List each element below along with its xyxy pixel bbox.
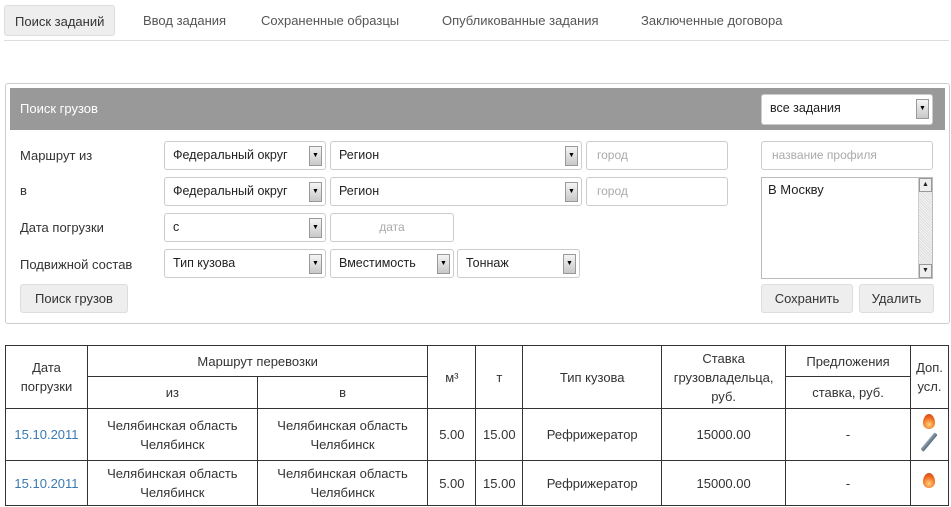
rate-cell: 15000.00 xyxy=(661,460,787,506)
scrollbar[interactable]: ▲ ▼ xyxy=(918,178,932,278)
body-cell: Рефрижератор xyxy=(522,408,663,461)
from-city-input[interactable]: город xyxy=(586,141,728,170)
body-cell: Рефрижератор xyxy=(522,460,663,506)
fire-icon[interactable] xyxy=(923,473,936,488)
tonnage-value: Тоннаж xyxy=(466,256,509,270)
profile-item[interactable]: В Москву xyxy=(768,182,824,197)
delete-button[interactable]: Удалить xyxy=(859,284,934,313)
date-input[interactable]: дата xyxy=(330,213,454,242)
col-volume: м³ xyxy=(427,345,477,409)
col-date: Дата погрузки xyxy=(5,345,88,409)
to-district-value: Федеральный округ xyxy=(173,184,288,198)
from-region-select[interactable]: Регион ▼ xyxy=(330,141,582,170)
extra-cell xyxy=(909,460,950,506)
to-region: Челябинская область xyxy=(277,466,408,481)
label-load-date: Дата погрузки xyxy=(20,220,104,235)
chevron-down-icon: ▼ xyxy=(309,218,322,238)
label-rolling-stock: Подвижной состав xyxy=(20,257,133,272)
from-region: Челябинская область xyxy=(107,417,238,433)
from-region-value: Регион xyxy=(339,148,380,162)
panel-title: Поиск грузов xyxy=(20,101,98,116)
label-route-from: Маршрут из xyxy=(20,148,93,163)
chevron-down-icon: ▼ xyxy=(916,99,929,119)
scope-select[interactable]: все задания ▼ xyxy=(761,94,933,125)
col-offers-rate: ставка, руб. xyxy=(785,376,911,409)
chevron-down-icon: ▼ xyxy=(563,254,576,274)
to-region: Челябинская область xyxy=(277,417,408,433)
chevron-down-icon: ▼ xyxy=(309,254,322,274)
col-route: Маршрут перевозки xyxy=(86,345,429,377)
from-region: Челябинская область xyxy=(107,466,238,481)
date-link[interactable]: 15.10.2011 xyxy=(5,408,88,461)
tab-saved-templates[interactable]: Сохраненные образцы xyxy=(251,5,409,36)
col-weight: т xyxy=(475,345,524,409)
rate-cell: 15000.00 xyxy=(661,408,787,461)
scroll-down-icon[interactable]: ▼ xyxy=(919,264,932,278)
tab-divider xyxy=(4,40,949,41)
profile-name-input[interactable]: название профиля xyxy=(761,141,933,170)
chevron-down-icon: ▼ xyxy=(565,146,578,166)
search-cargo-button[interactable]: Поиск грузов xyxy=(20,284,128,313)
chevron-down-icon: ▼ xyxy=(437,254,450,274)
weight-cell: 15.00 xyxy=(475,408,524,461)
scope-select-value: все задания xyxy=(770,101,841,115)
capacity-value: Вместимость xyxy=(339,256,416,270)
to-district-select[interactable]: Федеральный округ ▼ xyxy=(164,177,326,206)
date-mode-select[interactable]: с ▼ xyxy=(164,213,326,242)
offer-cell: - xyxy=(785,408,911,461)
weight-cell: 15.00 xyxy=(475,460,524,506)
from-city: Челябинск xyxy=(140,436,205,452)
chevron-down-icon: ▼ xyxy=(309,182,322,202)
body-type-value: Тип кузова xyxy=(173,256,236,270)
label-route-to: в xyxy=(20,183,27,198)
to-region-select[interactable]: Регион ▼ xyxy=(330,177,582,206)
from-cell: Челябинская область Челябинск xyxy=(86,460,258,506)
extra-cell xyxy=(909,408,950,461)
tab-published-tasks[interactable]: Опубликованные задания xyxy=(432,5,609,36)
date-link[interactable]: 15.10.2011 xyxy=(5,460,88,506)
col-offers: Предложения xyxy=(785,345,911,377)
save-button[interactable]: Сохранить xyxy=(761,284,853,313)
scroll-up-icon[interactable]: ▲ xyxy=(919,178,932,192)
to-region-value: Регион xyxy=(339,184,380,198)
tab-enter-task[interactable]: Ввод задания xyxy=(133,5,236,36)
from-cell: Челябинская область Челябинск xyxy=(86,408,258,461)
to-city-input[interactable]: город xyxy=(586,177,728,206)
fire-icon[interactable] xyxy=(923,414,936,429)
offer-cell: - xyxy=(785,460,911,506)
tonnage-select[interactable]: Тоннаж ▼ xyxy=(457,249,580,278)
tab-search-tasks[interactable]: Поиск заданий xyxy=(4,5,116,36)
from-city: Челябинск xyxy=(140,485,205,500)
capacity-select[interactable]: Вместимость ▼ xyxy=(330,249,454,278)
to-cell: Челябинская область Челябинск xyxy=(256,408,429,461)
tab-contracts[interactable]: Заключенные договора xyxy=(631,5,792,36)
col-to: в xyxy=(256,376,429,409)
pencil-icon[interactable] xyxy=(920,432,939,452)
volume-cell: 5.00 xyxy=(427,408,477,461)
col-body: Тип кузова xyxy=(522,345,663,409)
col-from: из xyxy=(86,376,258,409)
to-city: Челябинск xyxy=(310,436,375,452)
col-rate: Ставка грузовладельца, руб. xyxy=(661,345,787,409)
col-extra: Доп. усл. xyxy=(909,345,950,409)
chevron-down-icon: ▼ xyxy=(565,182,578,202)
chevron-down-icon: ▼ xyxy=(309,146,322,166)
to-cell: Челябинская область Челябинск xyxy=(256,460,429,506)
table-row[interactable]: 15.10.2011 Челябинская область Челябинск … xyxy=(5,460,950,506)
body-type-select[interactable]: Тип кузова ▼ xyxy=(164,249,326,278)
volume-cell: 5.00 xyxy=(427,460,477,506)
date-mode-value: с xyxy=(173,220,180,234)
from-district-value: Федеральный округ xyxy=(173,148,288,162)
to-city: Челябинск xyxy=(310,485,375,500)
table-row[interactable]: 15.10.2011 Челябинская область Челябинск … xyxy=(5,408,950,461)
profiles-list[interactable]: В Москву ▲ ▼ xyxy=(761,177,933,279)
cargo-table: Дата погрузки Маршрут перевозки м³ т Тип… xyxy=(5,345,950,506)
from-district-select[interactable]: Федеральный округ ▼ xyxy=(164,141,326,170)
